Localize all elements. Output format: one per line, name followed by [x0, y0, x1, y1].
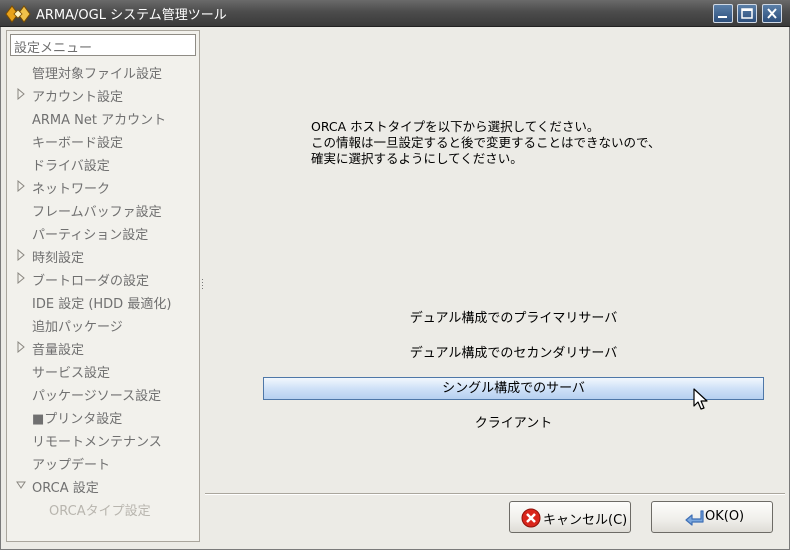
sidebar-item-label: ネットワーク: [32, 182, 111, 197]
sidebar-item-label: IDE 設定 (HDD 最適化): [32, 297, 172, 312]
sidebar-item[interactable]: ■プリンタ設定: [7, 405, 199, 428]
sidebar-item[interactable]: ARMA Net アカウント: [7, 106, 199, 129]
sidebar-item-label: フレームバッファ設定: [32, 205, 162, 220]
window-title: ARMA/OGL システム管理ツール: [36, 8, 227, 23]
sidebar-item-label: パーティション設定: [32, 228, 149, 243]
orca-type-panel: ORCA ホストタイプを以下から選択してください。 この情報は一旦設定すると後で…: [205, 30, 785, 493]
minimize-icon: [718, 16, 727, 18]
sidebar-item-label: ドライバ設定: [32, 159, 110, 174]
sidebar-item-label: 時刻設定: [32, 251, 85, 266]
ok-button[interactable]: OK(O): [651, 501, 773, 533]
title-bar[interactable]: ARMA/OGL システム管理ツール: [0, 0, 790, 27]
sidebar-item[interactable]: リモートメンテナンス: [7, 428, 199, 451]
sidebar-item-label: アカウント設定: [32, 90, 124, 105]
sidebar-item-label: キーボード設定: [32, 136, 124, 151]
option-dual-secondary-server[interactable]: デュアル構成でのセカンダリサーバ: [263, 343, 764, 366]
instruction-line: ORCA ホストタイプを以下から選択してください。: [311, 119, 600, 134]
sidebar-item[interactable]: ORCA 設定: [7, 474, 199, 497]
sidebar-item-label: 追加パッケージ: [32, 320, 123, 335]
cancel-button[interactable]: キャンセル(C): [509, 501, 631, 533]
instruction-text: ORCA ホストタイプを以下から選択してください。 この情報は一旦設定すると後で…: [311, 119, 751, 167]
option-dual-primary-server[interactable]: デュアル構成でのプライマリサーバ: [263, 308, 764, 331]
sidebar-item-label: パッケージソース設定: [32, 389, 162, 404]
sidebar-item-label: サービス設定: [32, 366, 111, 381]
settings-menu-header: 設定メニュー: [10, 34, 196, 56]
sidebar-item[interactable]: パッケージソース設定: [7, 382, 199, 405]
sidebar-item[interactable]: 音量設定: [7, 336, 199, 359]
sidebar-item[interactable]: 時刻設定: [7, 244, 199, 267]
sidebar-item-label: ■プリンタ設定: [32, 412, 123, 427]
sidebar-item-label: リモートメンテナンス: [32, 435, 162, 450]
maximize-button[interactable]: [737, 4, 757, 23]
instruction-line: 確実に選択するようにしてください。: [311, 151, 523, 166]
app-window: ARMA/OGL システム管理ツール 設定メニュー 管理対象ファイル設定 アカウン…: [0, 0, 790, 550]
expander-collapsed-icon[interactable]: [16, 179, 26, 193]
expander-collapsed-icon[interactable]: [16, 87, 26, 101]
close-button[interactable]: [762, 4, 782, 23]
sidebar-item-label: ブートローダの設定: [32, 274, 150, 289]
instruction-line: この情報は一旦設定すると後で変更することはできないので、: [311, 135, 661, 150]
splitter-handle[interactable]: [201, 278, 204, 292]
sidebar-item-label: ORCAタイプ設定: [49, 504, 151, 519]
ok-button-label: OK(O): [705, 509, 745, 524]
close-icon: [767, 8, 777, 19]
sidebar-item[interactable]: 追加パッケージ: [7, 313, 199, 336]
expander-expanded-icon[interactable]: [16, 479, 26, 491]
sidebar-item[interactable]: アカウント設定: [7, 83, 199, 106]
sidebar-item[interactable]: フレームバッファ設定: [7, 198, 199, 221]
sidebar-item[interactable]: ネットワーク: [7, 175, 199, 198]
cancel-button-label: キャンセル(C): [543, 513, 628, 528]
sidebar-item[interactable]: 管理対象ファイル設定: [7, 60, 199, 83]
cancel-icon: [521, 508, 541, 532]
sidebar-item[interactable]: ドライバ設定: [7, 152, 199, 175]
sidebar-item-label: アップデート: [32, 458, 111, 473]
sidebar-item-label: 管理対象ファイル設定: [32, 67, 163, 82]
sidebar-item-label: ARMA Net アカウント: [32, 113, 167, 128]
sidebar-item[interactable]: アップデート: [7, 451, 199, 474]
option-single-server[interactable]: シングル構成でのサーバ: [263, 377, 764, 400]
sidebar-item[interactable]: IDE 設定 (HDD 最適化): [7, 290, 199, 313]
settings-menu-tree[interactable]: 設定メニュー 管理対象ファイル設定 アカウント設定 ARMA Net アカウント キー…: [6, 30, 200, 542]
sidebar-item-orca-type[interactable]: ORCAタイプ設定: [7, 497, 199, 520]
expander-collapsed-icon[interactable]: [16, 340, 26, 354]
minimize-button[interactable]: [713, 4, 733, 23]
mouse-cursor-icon: [693, 388, 709, 412]
expander-collapsed-icon[interactable]: [16, 248, 26, 262]
expander-collapsed-icon[interactable]: [16, 271, 26, 285]
option-client[interactable]: クライアント: [263, 413, 764, 436]
sidebar-item[interactable]: キーボード設定: [7, 129, 199, 152]
sidebar-item-label: ORCA 設定: [32, 481, 99, 496]
app-diamond-icon: [5, 4, 33, 24]
sidebar-item[interactable]: サービス設定: [7, 359, 199, 382]
sidebar-item[interactable]: ブートローダの設定: [7, 267, 199, 290]
enter-arrow-icon: [684, 508, 704, 532]
sidebar-item-label: 音量設定: [32, 343, 85, 358]
sidebar-item[interactable]: パーティション設定: [7, 221, 199, 244]
